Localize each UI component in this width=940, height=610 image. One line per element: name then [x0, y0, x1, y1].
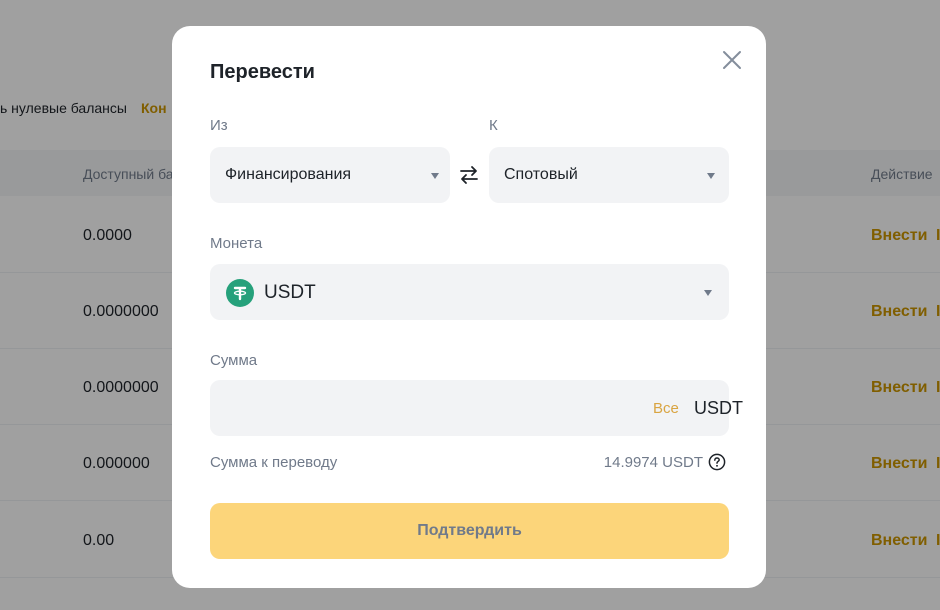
transfer-amount-label: Сумма к переводу: [210, 454, 338, 471]
transfer-modal: Перевести Из К Финансирования Спотовый М…: [172, 26, 766, 588]
swap-arrows-icon[interactable]: [453, 157, 485, 193]
coin-select[interactable]: USDT: [210, 264, 729, 320]
amount-input[interactable]: [225, 380, 605, 436]
chevron-down-icon: [431, 173, 439, 179]
to-wallet-select[interactable]: Спотовый: [489, 147, 729, 203]
chevron-down-icon: [707, 173, 715, 179]
amount-label: Сумма: [210, 352, 258, 369]
chevron-down-icon: [704, 290, 712, 296]
modal-title: Перевести: [210, 61, 315, 83]
from-wallet-select[interactable]: Финансирования: [210, 147, 450, 203]
max-amount-button[interactable]: Все: [653, 400, 679, 417]
tether-icon: [226, 279, 254, 307]
from-label: Из: [210, 117, 228, 134]
confirm-button[interactable]: Подтвердить: [210, 503, 729, 559]
transfer-amount-row: Сумма к переводу 14.9974 USDT: [210, 452, 729, 476]
to-label: К: [489, 117, 498, 134]
coin-value: USDT: [264, 282, 316, 303]
transfer-amount-value: 14.9974 USDT: [603, 454, 703, 471]
amount-unit: USDT: [694, 398, 743, 418]
close-icon[interactable]: [720, 48, 744, 72]
coin-label: Монета: [210, 235, 263, 252]
amount-field: Все USDT: [210, 380, 743, 436]
question-circle-icon[interactable]: [708, 453, 726, 471]
from-wallet-value: Финансирования: [225, 166, 352, 183]
to-wallet-value: Спотовый: [504, 166, 578, 183]
